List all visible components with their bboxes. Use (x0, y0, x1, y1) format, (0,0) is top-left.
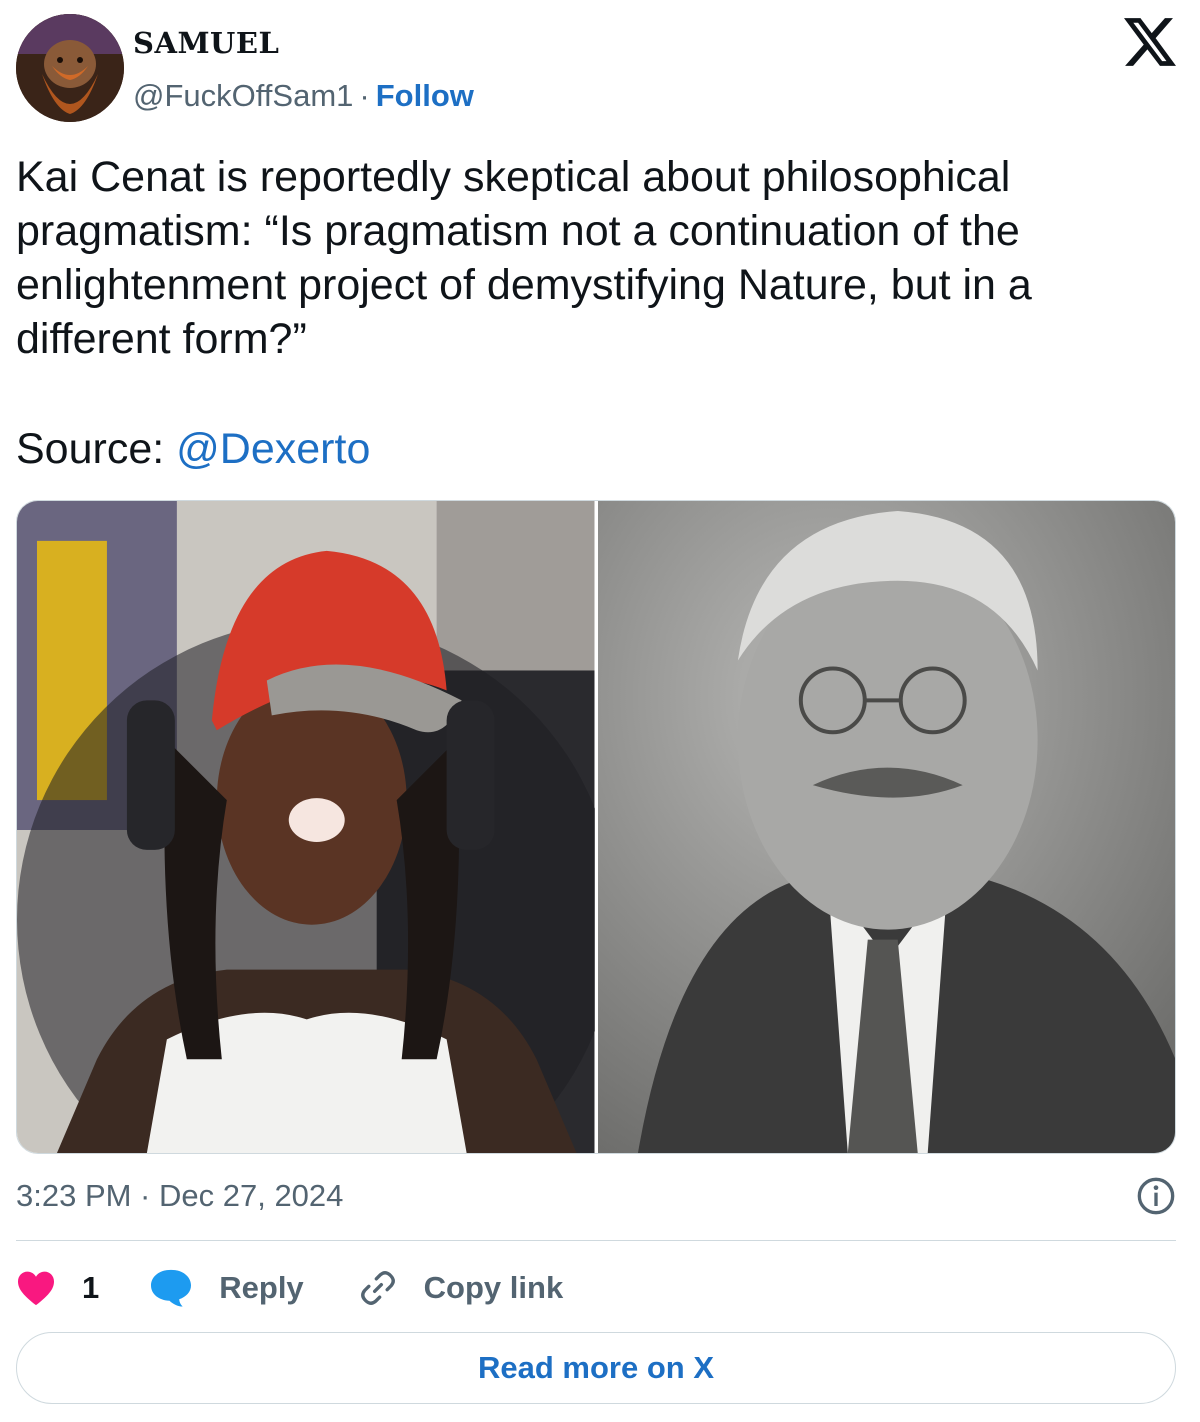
copy-link-label: Copy link (423, 1270, 564, 1305)
reply-button[interactable]: Reply (149, 1268, 304, 1308)
heart-icon (18, 1271, 54, 1306)
tweet-text: Kai Cenat is reportedly skeptical about … (16, 153, 1032, 363)
author-handle[interactable]: @FuckOffSam1 (133, 78, 353, 113)
author-handle-row: @FuckOffSam1 · Follow (133, 78, 474, 114)
action-bar: 1 Reply Copy link (16, 1262, 563, 1314)
photo-portrait-bw[interactable] (597, 501, 1175, 1153)
reply-bubble-icon (151, 1269, 192, 1307)
author-name[interactable]: SAMUEL (133, 26, 279, 60)
like-button[interactable]: 1 (16, 1270, 99, 1306)
divider (16, 1240, 1176, 1241)
reply-label: Reply (219, 1270, 304, 1305)
like-count: 1 (82, 1270, 100, 1305)
source-label: Source: (16, 425, 177, 473)
author-avatar[interactable] (16, 14, 124, 122)
source-mention-link[interactable]: @Dexerto (176, 425, 370, 473)
read-more-button[interactable]: Read more on X (16, 1332, 1176, 1404)
copy-link-button[interactable]: Copy link (358, 1268, 564, 1308)
photo-streamer[interactable] (17, 501, 595, 1153)
x-logo-icon[interactable] (1124, 18, 1176, 66)
separator-dot: · (359, 78, 370, 113)
link-icon (360, 1271, 395, 1305)
avatar-image (16, 14, 124, 122)
tweet-source: Source: @Dexerto (16, 422, 370, 476)
portrait-photo-image (597, 501, 1175, 1153)
follow-button[interactable]: Follow (376, 78, 474, 113)
streamer-photo-image (17, 501, 595, 1153)
info-icon[interactable] (1136, 1176, 1176, 1216)
tweet-media[interactable] (16, 500, 1176, 1154)
tweet-timestamp[interactable]: 3:23 PM · Dec 27, 2024 (16, 1178, 343, 1214)
